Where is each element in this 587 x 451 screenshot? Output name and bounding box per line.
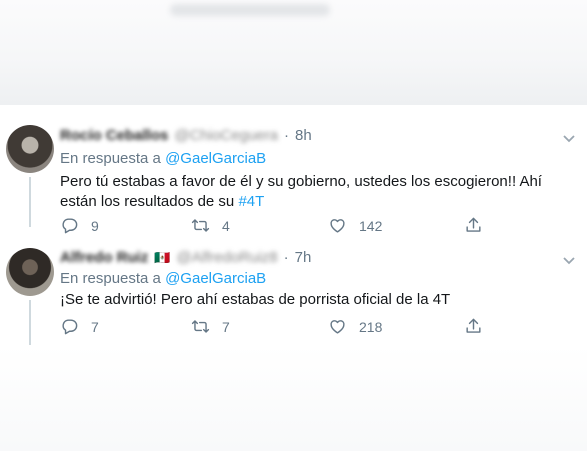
thread-line (29, 177, 31, 227)
share-icon (466, 217, 481, 232)
reply-count: 7 (91, 318, 99, 335)
reply-context: En respuesta a @GaelGarciaB (60, 270, 266, 287)
avatar[interactable] (6, 248, 54, 296)
retweet-count: 4 (222, 217, 230, 234)
retweet-count: 7 (222, 318, 230, 335)
like-count: 218 (359, 318, 383, 335)
reply-count: 9 (91, 217, 99, 234)
reply-prefix: En respuesta a (60, 270, 161, 287)
share-button[interactable] (464, 317, 483, 336)
page-footer-blank (0, 345, 587, 451)
author-name[interactable]: Alfredo Ruiz (60, 249, 148, 266)
flag-mexico: 🇲🇽 (154, 249, 171, 265)
like-button[interactable]: 218 (328, 317, 382, 336)
previous-tweet-blurred (0, 0, 587, 105)
retweet-button[interactable]: 7 (191, 317, 230, 336)
reply-button[interactable]: 9 (60, 216, 99, 235)
reply-prefix: En respuesta a (60, 150, 161, 167)
author-handle[interactable]: @AlfredoRuiz8 (177, 249, 278, 266)
like-count: 142 (359, 217, 383, 234)
thread-line (29, 300, 31, 345)
retweet-icon (191, 320, 210, 333)
author-name[interactable]: Rocío Ceballos (60, 127, 168, 144)
chevron-down-icon[interactable] (562, 131, 576, 145)
reply-mention[interactable]: @GaelGarciaB (165, 150, 266, 167)
hashtag-link[interactable]: #4T (238, 193, 264, 210)
reply-icon (62, 319, 78, 335)
reply-mention[interactable]: @GaelGarciaB (165, 270, 266, 287)
retweet-button[interactable]: 4 (191, 216, 230, 235)
tweet-time[interactable]: 7h (295, 249, 312, 266)
tweet-header: Rocío Ceballos @ChioCeguera · 8h (60, 127, 312, 144)
reply-icon (62, 218, 78, 234)
retweet-icon (191, 219, 210, 232)
share-button[interactable] (464, 216, 483, 235)
heart-icon (330, 320, 345, 334)
author-handle[interactable]: @ChioCeguera (174, 127, 278, 144)
reply-button[interactable]: 7 (60, 317, 99, 336)
blurred-content (170, 4, 330, 16)
tweet-header: Alfredo Ruiz 🇲🇽 @AlfredoRuiz8 · 7h (60, 249, 311, 266)
share-icon (466, 318, 481, 333)
tweet-actions: 7 7 218 (56, 317, 516, 341)
tweet-text-body: Pero tú estabas a favor de él y su gobie… (60, 173, 542, 210)
heart-icon (330, 219, 345, 233)
avatar[interactable] (6, 125, 54, 173)
tweet-text: Pero tú estabas a favor de él y su gobie… (60, 172, 580, 212)
dot-separator: · (283, 127, 289, 144)
tweet-actions: 9 4 142 (56, 216, 516, 240)
tweet-text: ¡Se te advirtió! Pero ahí estabas de por… (60, 291, 451, 308)
chevron-down-icon[interactable] (562, 253, 576, 267)
tweet-time[interactable]: 8h (295, 127, 312, 144)
reply-context: En respuesta a @GaelGarciaB (60, 150, 266, 167)
like-button[interactable]: 142 (328, 216, 382, 235)
dot-separator: · (283, 249, 289, 266)
